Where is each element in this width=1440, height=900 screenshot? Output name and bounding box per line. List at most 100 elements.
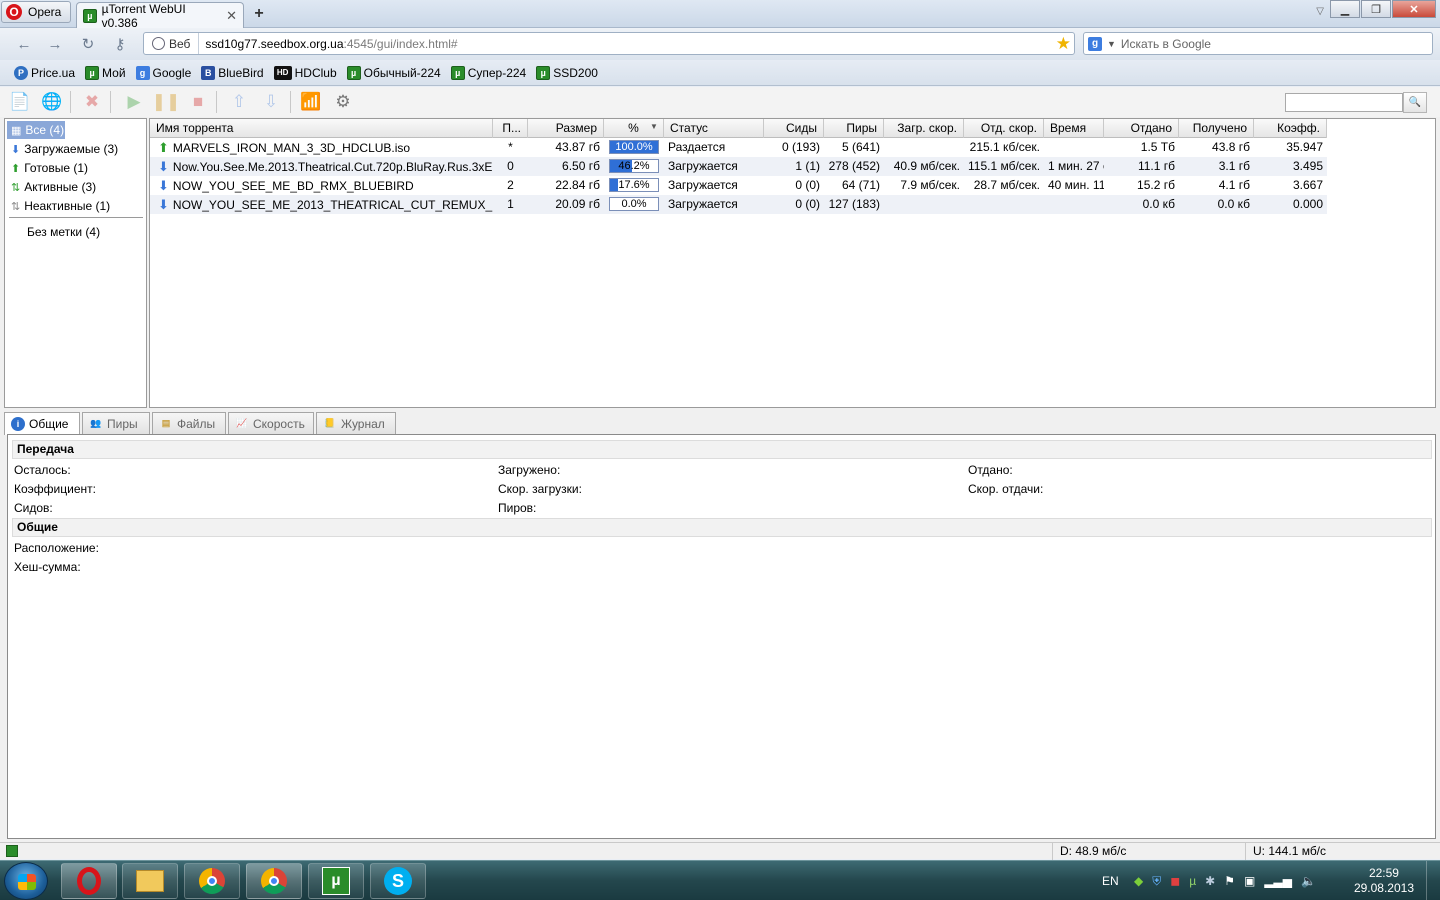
taskbar-opera[interactable] — [61, 863, 117, 899]
column-header[interactable]: Время — [1044, 119, 1104, 138]
opera-menu-button[interactable]: O Opera — [1, 1, 71, 23]
progress-bar: 46.2% — [609, 159, 659, 173]
window-close-button[interactable]: ✕ — [1392, 0, 1436, 18]
address-field[interactable]: Веб ssd10g77.seedbox.org.ua :4545/gui/in… — [143, 32, 1075, 55]
column-header[interactable]: Размер — [528, 119, 604, 138]
start-button[interactable] — [4, 862, 48, 900]
toolbar-separator — [290, 91, 291, 113]
volume-icon[interactable]: 🔈 — [1301, 874, 1316, 888]
column-header[interactable]: Загр. скор. — [884, 119, 964, 138]
forward-arrow-icon[interactable]: → — [45, 35, 65, 53]
bookmark-item[interactable]: µ SSD200 — [536, 65, 598, 80]
tab-details[interactable]: i Общие — [4, 412, 80, 435]
torrent-size-cell: 22.84 гб — [555, 178, 600, 192]
taskbar-clock[interactable]: 22:59 29.08.2013 — [1354, 866, 1414, 896]
taskbar-chrome[interactable] — [184, 863, 240, 899]
peers-label: Пиров: — [498, 501, 537, 515]
tab-utorrent-webui[interactable]: µ µTorrent WebUI v0.386 ✕ — [76, 1, 244, 30]
bookmark-item[interactable]: µ Обычный-224 — [346, 65, 441, 80]
tab-details[interactable]: 📒 Журнал — [316, 412, 396, 434]
stop-icon[interactable]: ■ — [186, 91, 210, 113]
taskbar-chrome-window[interactable] — [246, 863, 302, 899]
site-info-badge[interactable]: Веб — [144, 33, 200, 54]
bookmark-label: HDClub — [294, 65, 337, 80]
settings-gear-icon[interactable]: ⚙ — [331, 91, 355, 113]
category-item[interactable]: ▦ Все (4) — [7, 121, 65, 139]
category-item[interactable]: ⬆ Готовые (1) — [7, 159, 88, 177]
language-indicator[interactable]: EN — [1102, 861, 1119, 900]
download-speed-status: D: 48.9 мб/с — [1052, 843, 1245, 860]
bookmark-item[interactable]: P Price.ua — [14, 65, 75, 80]
column-header[interactable]: Пиры — [824, 119, 884, 138]
bookmark-item[interactable]: B BlueBird — [201, 65, 264, 80]
bookmark-item[interactable]: µ Мой — [85, 65, 126, 80]
column-header[interactable]: П... — [493, 119, 528, 138]
google-search-field[interactable]: g ▼ Искать в Google — [1083, 32, 1433, 55]
action-center-flag-icon[interactable]: ⚑ — [1224, 874, 1235, 888]
tab-details[interactable]: 📈 Скорость — [228, 412, 314, 434]
clock-time: 22:59 — [1368, 866, 1399, 880]
tab-title: µTorrent WebUI v0.386 — [101, 1, 186, 30]
torrent-uploaded-cell: 0.0 кб — [1142, 197, 1175, 211]
torrent-row[interactable]: ⬇ NOW_YOU_SEE_ME_BD_RMX_BLUEBIRD 2 22.84 гб… — [150, 176, 1327, 195]
queue-up-icon[interactable]: ⇧ — [227, 91, 251, 113]
add-torrent-icon[interactable]: 📄 — [8, 91, 32, 113]
queue-down-icon[interactable]: ⇩ — [259, 91, 283, 113]
tab-list-chevron-icon[interactable]: ▽ — [1316, 6, 1324, 17]
torrent-search-button[interactable]: 🔍 — [1403, 92, 1427, 113]
taskbar-utorrent[interactable]: µ — [308, 863, 364, 899]
show-desktop-button[interactable] — [1426, 861, 1440, 900]
column-header[interactable]: Получено — [1179, 119, 1254, 138]
tray-utorrent-icon[interactable]: µ — [1189, 874, 1196, 888]
search-icon: 🔍 — [1408, 97, 1422, 108]
remove-icon[interactable]: ✖ — [80, 91, 104, 113]
category-item[interactable]: ⇅ Активные (3) — [7, 178, 96, 196]
progress-text: 0.0% — [621, 198, 647, 210]
torrent-search-input[interactable] — [1285, 93, 1403, 112]
tab-details[interactable]: ▤ Файлы — [152, 412, 226, 434]
progress-bar: 17.6% — [609, 178, 659, 192]
bluetooth-icon[interactable]: ✱ — [1205, 874, 1215, 888]
column-header[interactable]: Имя торрента — [150, 119, 493, 138]
key-icon[interactable]: ⚷ — [110, 35, 130, 53]
torrent-row[interactable]: ⬆ MARVELS_IRON_MAN_3_3D_HDCLUB.iso * 43.87 … — [150, 138, 1327, 157]
tray-app-icon[interactable]: ◼ — [1170, 874, 1180, 888]
search-placeholder: Искать в Google — [1120, 36, 1211, 51]
category-item[interactable]: ⇅ Неактивные (1) — [7, 197, 110, 215]
torrent-row[interactable]: ⬇ Now.You.See.Me.2013.Theatrical.Cut.720p… — [150, 157, 1327, 176]
network-signal-icon[interactable]: ▂▃▅ — [1264, 874, 1292, 888]
torrent-peers-cell: 64 (71) — [841, 178, 880, 192]
tray-shield-icon[interactable]: ⛨ — [1152, 874, 1161, 889]
bookmark-item[interactable]: g Google — [135, 65, 191, 80]
pause-icon[interactable]: ❚❚ — [152, 91, 181, 113]
tray-antivirus-icon[interactable]: ◆ — [1134, 874, 1143, 888]
search-engine-dropdown-icon[interactable]: ▼ — [1107, 39, 1116, 49]
minimize-button[interactable]: ▁ — [1330, 0, 1360, 18]
taskbar-skype[interactable]: S — [370, 863, 426, 899]
bookmark-star-icon[interactable]: ★ — [1056, 34, 1071, 54]
add-url-icon[interactable]: 🌐 — [40, 91, 64, 113]
category-item[interactable]: ⬇ Загружаемые (3) — [7, 140, 118, 158]
bookmark-item[interactable]: µ Супер-224 — [450, 65, 526, 80]
column-header[interactable]: Отд. скор. — [964, 119, 1044, 138]
column-header[interactable]: Коэфф. — [1254, 119, 1327, 138]
tray-device-icon[interactable]: ▣ — [1244, 874, 1255, 888]
taskbar-explorer[interactable] — [122, 863, 178, 899]
start-icon[interactable]: ▶ — [122, 91, 146, 113]
bookmark-item[interactable]: HD HDClub — [273, 65, 337, 80]
windows-taskbar: µ S EN ◆ ⛨ ◼ µ ✱ ⚑ ▣ ▂▃▅ 🔈 22:59 29.08.2… — [0, 860, 1440, 900]
new-tab-button[interactable]: + — [250, 5, 268, 23]
back-arrow-icon[interactable]: ← — [14, 35, 34, 53]
rss-icon[interactable]: 📶 — [299, 91, 323, 113]
column-header[interactable]: Отдано — [1104, 119, 1179, 138]
label-category-item[interactable]: Без метки (4) — [7, 223, 100, 241]
system-tray: ◆ ⛨ ◼ µ ✱ ⚑ ▣ ▂▃▅ 🔈 — [1134, 861, 1316, 900]
torrent-row[interactable]: ⬇ NOW_YOU_SEE_ME_2013_THEATRICAL_CUT_REMU… — [150, 195, 1327, 214]
maximize-button[interactable]: ❐ — [1361, 0, 1391, 18]
column-header[interactable]: Статус — [664, 119, 764, 138]
tab-details[interactable]: 👥 Пиры — [82, 412, 150, 434]
reload-icon[interactable]: ↻ — [78, 35, 98, 53]
google-icon: g — [135, 65, 150, 80]
tab-close-icon[interactable]: ✕ — [226, 8, 237, 24]
column-header[interactable]: Сиды — [764, 119, 824, 138]
